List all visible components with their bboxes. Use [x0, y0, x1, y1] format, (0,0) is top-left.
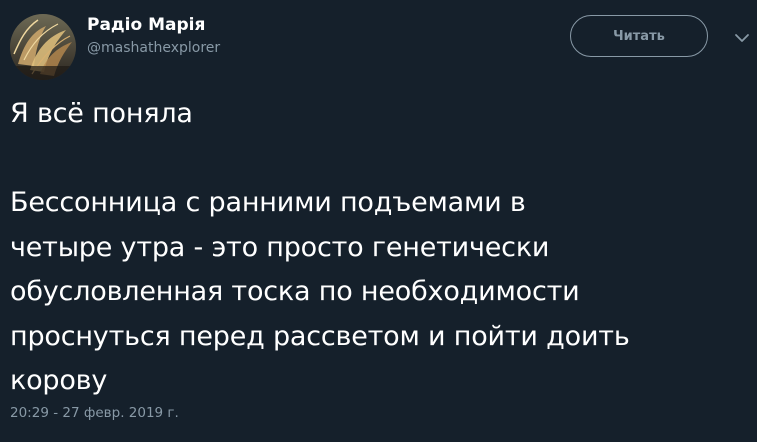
follow-button[interactable]: Читать: [570, 15, 708, 57]
author-handle[interactable]: @mashathexplorer: [87, 38, 220, 58]
tweet-text-line: обусловленная тоска по необходимости: [10, 276, 580, 307]
tweet-timestamp[interactable]: 20:29 - 27 февр. 2019 г.: [10, 405, 179, 421]
tweet-text-line: Я всё поняла: [10, 98, 193, 129]
display-name[interactable]: Радіо Марія: [87, 14, 220, 36]
tweet-card: Радіо Марія @mashathexplorer Читать Я вс…: [0, 0, 757, 442]
tweet-text-line: четыре утра - это просто генетически: [10, 231, 550, 263]
author-info: Радіо Марія @mashathexplorer: [87, 14, 220, 58]
tweet-text-line: [10, 137, 750, 182]
tweet-text: Я всё поняла Бессонница с ранними подъем…: [10, 92, 750, 404]
tweet-header: Радіо Марія @mashathexplorer Читать: [10, 10, 750, 80]
avatar[interactable]: [10, 14, 76, 80]
chevron-down-icon[interactable]: [732, 30, 752, 46]
tweet-text-line: проснуться перед рассветом и пойти доить: [10, 320, 630, 352]
profile-photo-icon: [10, 14, 76, 80]
tweet-text-line: Бессонница с ранними подъемами в: [10, 187, 526, 218]
tweet-text-line: корову: [10, 365, 108, 396]
